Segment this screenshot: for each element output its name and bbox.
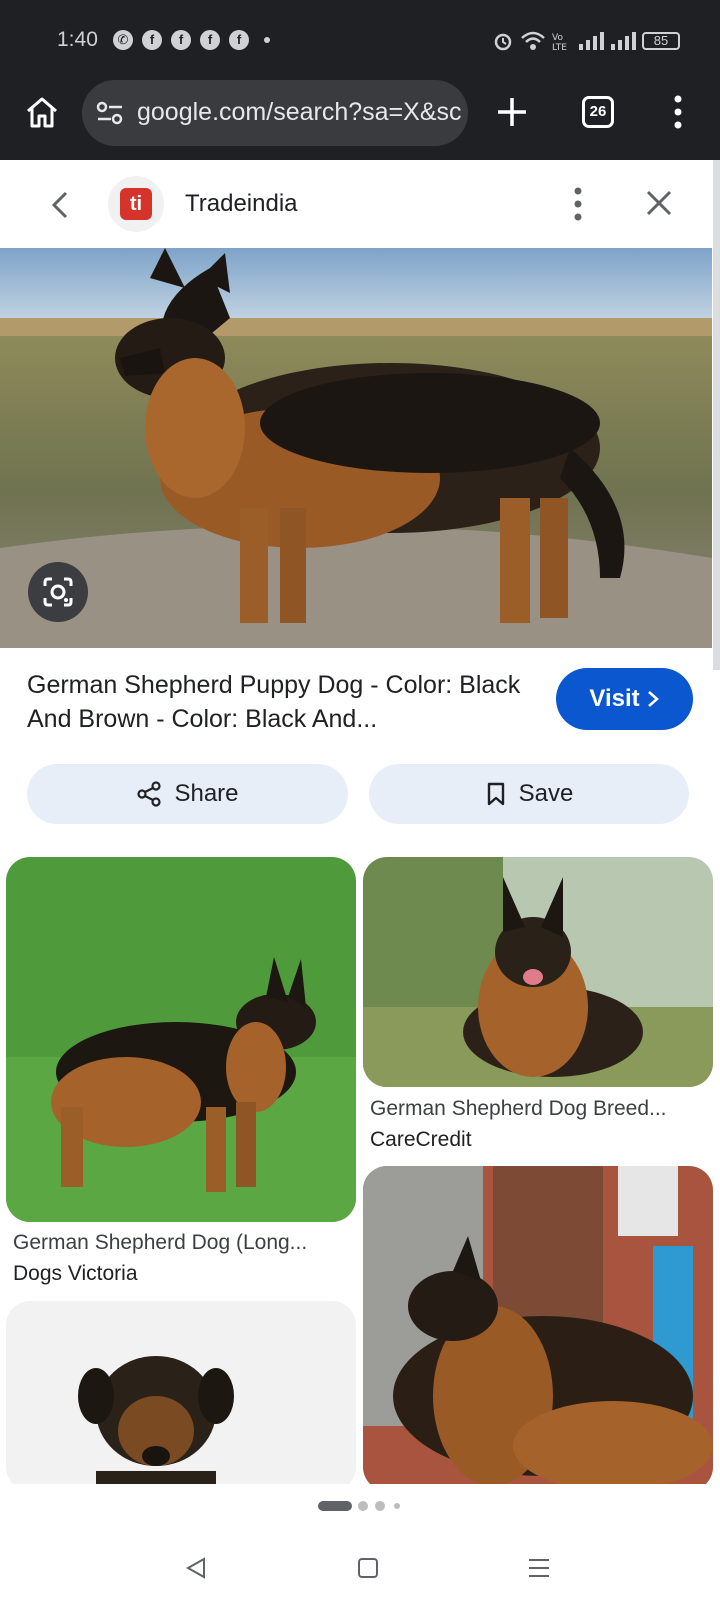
- site-logo: ti: [108, 176, 164, 232]
- url-text[interactable]: google.com/search?sa=X&sca: [137, 98, 462, 127]
- nav-recents-icon[interactable]: [527, 1557, 551, 1579]
- site-name[interactable]: Tradeindia: [185, 190, 298, 218]
- wifi-icon: [521, 31, 545, 50]
- german-shepherd-photo: [363, 857, 713, 1087]
- address-bar[interactable]: google.com/search?sa=X&sca: [82, 80, 468, 146]
- german-shepherd-photo: [363, 1166, 713, 1491]
- result-title[interactable]: German Shepherd Puppy Dog - Color: Black…: [27, 668, 527, 736]
- status-time: 1:40: [57, 28, 98, 51]
- nav-home-icon[interactable]: [357, 1557, 379, 1579]
- google-lens-icon: [43, 577, 73, 607]
- site-settings-icon[interactable]: [96, 100, 124, 126]
- whatsapp-icon: ✆: [113, 30, 133, 50]
- browser-toolbar: google.com/search?sa=X&sca 26: [0, 80, 720, 160]
- status-icons: Vo LTE 85: [492, 28, 680, 54]
- related-caption[interactable]: German Shepherd Dog (Long...: [13, 1231, 307, 1255]
- status-bar: 1:40 ✆ f f f f Vo LTE 85: [0, 0, 720, 80]
- tab-switcher-button[interactable]: 26: [582, 96, 614, 128]
- lens-search-button[interactable]: [28, 562, 88, 622]
- save-label: Save: [518, 780, 574, 807]
- related-image[interactable]: [6, 857, 356, 1222]
- back-icon[interactable]: [48, 190, 72, 220]
- image-panel-header: ti Tradeindia: [0, 162, 712, 248]
- signal-icon: [579, 32, 604, 50]
- page-indicator: [394, 1503, 400, 1509]
- visit-label: Visit: [589, 685, 640, 712]
- related-image[interactable]: [6, 1301, 356, 1491]
- overflow-menu-icon[interactable]: [668, 94, 688, 130]
- site-logo-mark: ti: [120, 188, 152, 220]
- related-image[interactable]: [363, 857, 713, 1087]
- scrollbar[interactable]: [713, 160, 720, 670]
- visit-button[interactable]: Visit: [556, 668, 693, 730]
- page-indicator: [375, 1501, 385, 1511]
- more-options-icon[interactable]: [568, 186, 588, 222]
- german-shepherd-photo: [0, 248, 712, 648]
- alarm-icon: [494, 33, 512, 51]
- close-icon[interactable]: [644, 188, 674, 218]
- main-image[interactable]: [0, 248, 712, 648]
- nav-back-icon[interactable]: [184, 1556, 208, 1580]
- svg-text:LTE: LTE: [552, 43, 567, 52]
- battery-indicator: 85: [642, 32, 680, 50]
- share-button[interactable]: Share: [27, 764, 348, 824]
- more-notifications-icon: [264, 37, 270, 43]
- chevron-right-icon: [647, 691, 659, 707]
- german-shepherd-photo: [6, 857, 356, 1222]
- page-indicator-active: [318, 1501, 352, 1511]
- svg-text:Vo: Vo: [552, 33, 563, 43]
- new-tab-icon[interactable]: [496, 96, 528, 128]
- save-button[interactable]: Save: [369, 764, 689, 824]
- related-source: CareCredit: [370, 1128, 472, 1151]
- signal-icon: [611, 32, 636, 50]
- related-caption[interactable]: German Shepherd Dog Breed...: [370, 1097, 667, 1121]
- share-icon: [137, 781, 162, 807]
- facebook-icon: f: [171, 30, 191, 50]
- facebook-icon: f: [142, 30, 162, 50]
- facebook-icon: f: [229, 30, 249, 50]
- puppy-photo: [78, 1356, 234, 1491]
- share-label: Share: [174, 780, 239, 807]
- bookmark-icon: [487, 782, 504, 806]
- home-icon[interactable]: [24, 94, 60, 130]
- related-source: Dogs Victoria: [13, 1262, 138, 1285]
- page-indicator: [358, 1501, 368, 1511]
- volte-icon: VoLTE: [552, 33, 567, 52]
- facebook-icon: f: [200, 30, 220, 50]
- related-image[interactable]: [363, 1166, 713, 1491]
